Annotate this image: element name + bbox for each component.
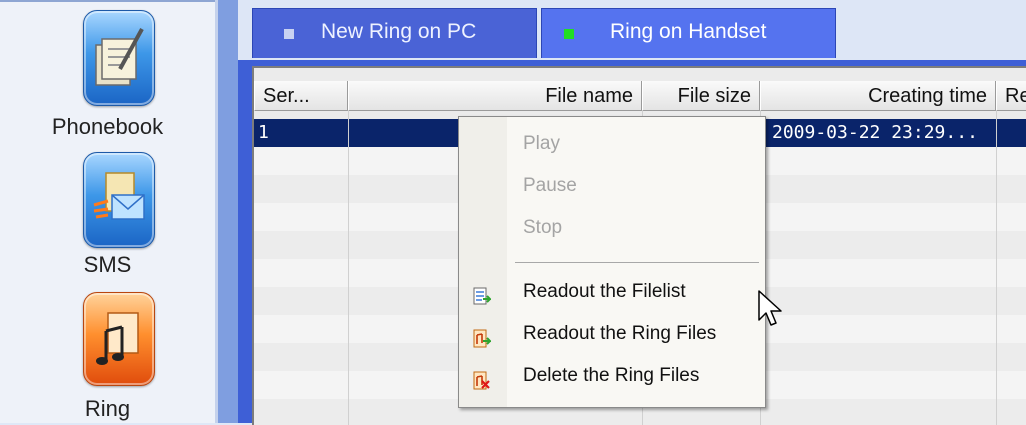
column-header-serial[interactable]: Ser... [254, 81, 348, 111]
tab-label: Ring on Handset [610, 20, 767, 43]
phonebook-icon [83, 10, 155, 106]
menu-item-pause[interactable]: Pause [459, 167, 765, 205]
ring-icon [83, 292, 155, 386]
readout-filelist-icon [473, 283, 493, 305]
tab-status-indicator [564, 29, 574, 39]
mouse-cursor-icon [758, 290, 784, 334]
menu-item-readout-filelist[interactable]: Readout the Filelist [459, 273, 765, 311]
sidebar-item-label: Phonebook [51, 114, 164, 139]
sidebar-item-ring[interactable]: Ring [0, 290, 215, 423]
tab-label: New Ring on PC [321, 20, 477, 43]
menu-item-stop[interactable]: Stop [459, 209, 765, 247]
table-header: Ser... File name File size Creating time… [254, 81, 1026, 111]
sidebar-item-label: SMS [83, 252, 132, 277]
menu-item-readout-ring-files[interactable]: Readout the Ring Files [459, 315, 765, 353]
column-header-creating-time[interactable]: Creating time [760, 81, 996, 111]
menu-item-label: Play [523, 133, 560, 154]
tab-status-indicator [284, 29, 294, 39]
menu-item-delete-ring-files[interactable]: Delete the Ring Files [459, 357, 765, 395]
sidebar: Phonebook SMS Ring [0, 0, 215, 423]
tab-bar: New Ring on PC Ring on Handset [238, 0, 1026, 60]
delete-ring-files-icon [473, 367, 491, 390]
readout-ring-files-icon [473, 325, 493, 348]
tab-ring-on-handset[interactable]: Ring on Handset [541, 8, 836, 58]
menu-item-label: Pause [523, 175, 577, 196]
column-divider [996, 111, 997, 425]
menu-item-label: Readout the Filelist [523, 281, 686, 302]
sidebar-item-label: Ring [84, 396, 131, 421]
column-header-remark[interactable]: Re [996, 81, 1026, 111]
menu-separator [515, 262, 759, 263]
menu-item-label: Delete the Ring Files [523, 365, 700, 386]
menu-item-play[interactable]: Play [459, 125, 765, 163]
sidebar-item-phonebook[interactable]: Phonebook [0, 0, 215, 150]
sidebar-item-sms[interactable]: SMS [0, 150, 215, 290]
cell-creating-time: 2009-03-22 23:29... [772, 122, 978, 143]
column-header-file-size[interactable]: File size [642, 81, 760, 111]
context-menu: Play Pause Stop Readout the Filelist Rea… [458, 116, 766, 408]
column-header-file-name[interactable]: File name [348, 81, 642, 111]
tab-new-ring-on-pc[interactable]: New Ring on PC [252, 8, 537, 58]
splitter-bar[interactable] [218, 0, 238, 423]
column-divider [348, 111, 349, 425]
menu-item-label: Readout the Ring Files [523, 323, 717, 344]
menu-item-label: Stop [523, 217, 563, 238]
sms-icon [83, 152, 155, 248]
cell-serial: 1 [258, 122, 269, 143]
